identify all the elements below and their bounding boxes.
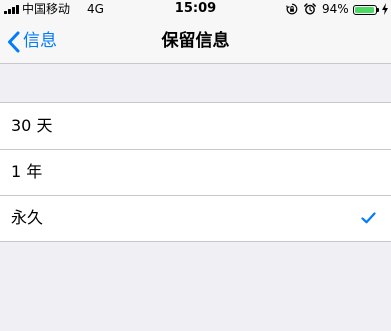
option-label: 永久 [11, 208, 44, 227]
navigation-bar: 信息 保留信息 [0, 20, 391, 64]
status-bar: 中国移动 4G 15:09 94% [0, 0, 391, 20]
battery-tip [377, 8, 379, 12]
checkmark-icon [361, 212, 376, 224]
battery-percent: 94% [322, 2, 349, 16]
retention-options-list: 30 天 1 年 永久 [0, 102, 391, 242]
option-row-30-days[interactable]: 30 天 [0, 103, 391, 149]
option-label: 30 天 [11, 116, 53, 135]
option-row-1-year[interactable]: 1 年 [0, 149, 391, 195]
battery-icon [353, 5, 377, 15]
option-label: 1 年 [11, 162, 43, 181]
charging-bolt-icon [382, 3, 388, 15]
alarm-icon [304, 3, 316, 15]
page-title: 保留信息 [161, 31, 230, 51]
option-row-forever[interactable]: 永久 [0, 195, 391, 241]
orientation-lock-icon [286, 3, 298, 15]
